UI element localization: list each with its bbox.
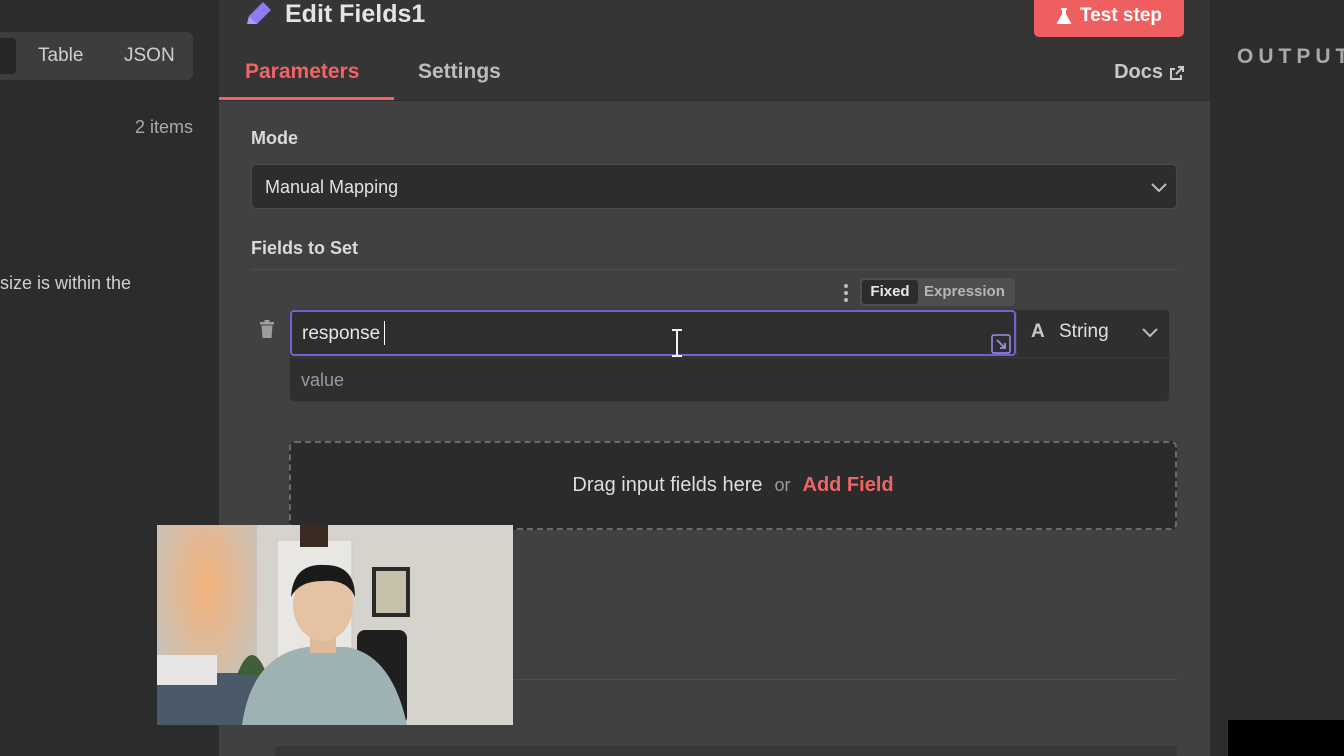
field-name-input[interactable]: response [290, 310, 1016, 357]
mode-select-value: Manual Mapping [265, 177, 399, 197]
add-field-button[interactable]: Add Field [803, 474, 894, 497]
expand-editor-icon[interactable] [991, 334, 1011, 354]
items-count: 2 items [134, 117, 193, 137]
drop-zone-text: Drag input fields here [572, 474, 763, 496]
fields-to-set-label: Fields to Set [251, 238, 359, 258]
view-tab-json[interactable]: JSON [124, 45, 175, 67]
test-step-button[interactable]: Test step [1034, 0, 1184, 37]
docs-label: Docs [1114, 61, 1163, 83]
field-value-placeholder: value [301, 370, 345, 390]
external-link-icon [1170, 65, 1184, 80]
trash-icon[interactable] [260, 320, 274, 338]
next-parameter-field[interactable] [275, 746, 1177, 756]
webcam-video [157, 525, 513, 725]
field-type-select[interactable]: A String [1016, 310, 1170, 356]
field-name-value: response [302, 323, 381, 344]
test-step-label: Test step [1079, 4, 1162, 26]
output-title: OUTPUT [1237, 45, 1344, 68]
flask-icon [1056, 7, 1072, 24]
editor-header: Edit Fields1 Test step Parameters Settin… [219, 0, 1210, 101]
text-cursor-icon [672, 329, 682, 357]
string-type-icon: A [1031, 321, 1045, 342]
mode-label: Mode [251, 128, 298, 148]
fixed-expression-toggle: Fixed Expression [860, 278, 1015, 306]
tab-parameters[interactable]: Parameters [245, 60, 359, 84]
black-overlay [1228, 720, 1344, 756]
view-tab-table[interactable]: Table [38, 45, 83, 67]
fields-divider [251, 269, 1177, 270]
toggle-expression[interactable]: Expression [924, 281, 1005, 303]
output-panel: OUTPUT [1210, 0, 1344, 756]
tab-settings[interactable]: Settings [418, 60, 501, 84]
drop-zone-or: or [774, 475, 791, 495]
text-caret [384, 321, 385, 345]
pencil-icon [247, 2, 271, 24]
chevron-down-icon [1151, 183, 1167, 193]
node-title[interactable]: Edit Fields1 [285, 0, 425, 29]
field-type-value: String [1059, 321, 1109, 342]
more-options-icon[interactable] [842, 283, 850, 303]
view-switcher: Table JSON [0, 32, 193, 80]
input-text-fragment: size is within the [0, 273, 132, 293]
mode-select[interactable]: Manual Mapping [251, 164, 1177, 209]
field-value-input[interactable]: value [290, 357, 1169, 401]
chevron-down-icon [1142, 328, 1158, 338]
toggle-fixed[interactable]: Fixed [862, 280, 918, 304]
active-tab-indicator [219, 97, 394, 100]
docs-link[interactable]: Docs [1114, 61, 1185, 84]
view-tab-schema[interactable] [0, 38, 16, 74]
drop-fields-zone[interactable]: Drag input fields here or Add Field [289, 441, 1177, 530]
